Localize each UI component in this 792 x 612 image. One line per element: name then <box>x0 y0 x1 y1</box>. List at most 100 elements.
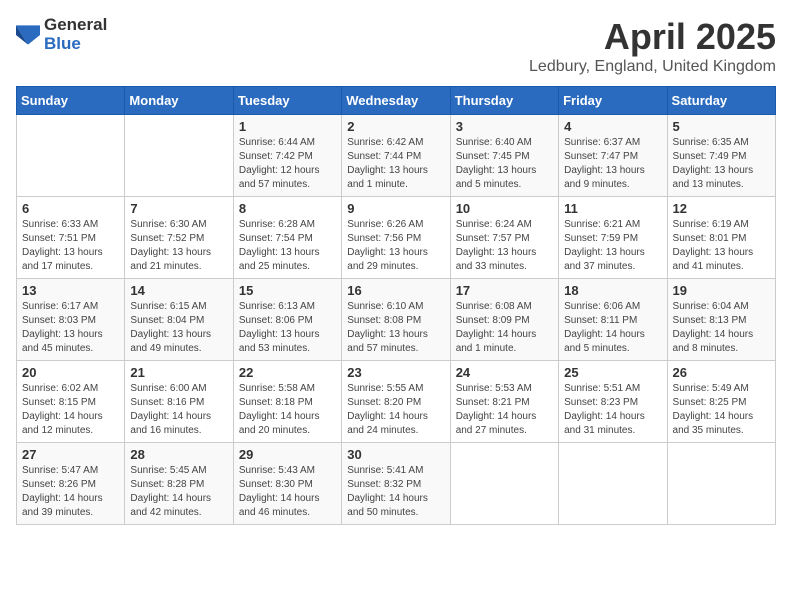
calendar-cell: 28 Sunrise: 5:45 AM Sunset: 8:28 PM Dayli… <box>125 443 233 525</box>
calendar-cell: 21 Sunrise: 6:00 AM Sunset: 8:16 PM Dayli… <box>125 361 233 443</box>
day-number: 30 <box>347 447 444 462</box>
calendar-cell: 16 Sunrise: 6:10 AM Sunset: 8:08 PM Dayli… <box>342 279 450 361</box>
day-number: 1 <box>239 119 336 134</box>
day-number: 22 <box>239 365 336 380</box>
day-number: 9 <box>347 201 444 216</box>
calendar-title: April 2025 <box>529 16 776 58</box>
day-number: 2 <box>347 119 444 134</box>
day-info: Sunrise: 6:40 AM Sunset: 7:45 PM Dayligh… <box>456 136 553 192</box>
calendar-cell: 4 Sunrise: 6:37 AM Sunset: 7:47 PM Daylig… <box>559 115 667 197</box>
day-number: 23 <box>347 365 444 380</box>
day-number: 13 <box>22 283 119 298</box>
calendar-cell: 8 Sunrise: 6:28 AM Sunset: 7:54 PM Daylig… <box>233 197 341 279</box>
logo-blue: Blue <box>44 35 107 54</box>
day-info: Sunrise: 5:43 AM Sunset: 8:30 PM Dayligh… <box>239 464 336 520</box>
day-number: 26 <box>673 365 770 380</box>
calendar-cell: 3 Sunrise: 6:40 AM Sunset: 7:45 PM Daylig… <box>450 115 558 197</box>
day-info: Sunrise: 6:26 AM Sunset: 7:56 PM Dayligh… <box>347 218 444 274</box>
day-number: 14 <box>130 283 227 298</box>
day-info: Sunrise: 6:21 AM Sunset: 7:59 PM Dayligh… <box>564 218 661 274</box>
calendar-cell <box>17 115 125 197</box>
day-info: Sunrise: 6:04 AM Sunset: 8:13 PM Dayligh… <box>673 300 770 356</box>
day-info: Sunrise: 5:49 AM Sunset: 8:25 PM Dayligh… <box>673 382 770 438</box>
header-monday: Monday <box>125 87 233 115</box>
calendar-cell: 24 Sunrise: 5:53 AM Sunset: 8:21 PM Dayli… <box>450 361 558 443</box>
calendar-cell: 12 Sunrise: 6:19 AM Sunset: 8:01 PM Dayli… <box>667 197 775 279</box>
day-number: 25 <box>564 365 661 380</box>
day-number: 6 <box>22 201 119 216</box>
calendar-cell: 1 Sunrise: 6:44 AM Sunset: 7:42 PM Daylig… <box>233 115 341 197</box>
day-info: Sunrise: 6:19 AM Sunset: 8:01 PM Dayligh… <box>673 218 770 274</box>
day-number: 11 <box>564 201 661 216</box>
day-info: Sunrise: 5:58 AM Sunset: 8:18 PM Dayligh… <box>239 382 336 438</box>
day-number: 20 <box>22 365 119 380</box>
day-number: 16 <box>347 283 444 298</box>
calendar-location: Ledbury, England, United Kingdom <box>529 58 776 76</box>
day-info: Sunrise: 6:17 AM Sunset: 8:03 PM Dayligh… <box>22 300 119 356</box>
day-number: 24 <box>456 365 553 380</box>
day-info: Sunrise: 6:28 AM Sunset: 7:54 PM Dayligh… <box>239 218 336 274</box>
calendar-cell: 23 Sunrise: 5:55 AM Sunset: 8:20 PM Dayli… <box>342 361 450 443</box>
header-saturday: Saturday <box>667 87 775 115</box>
day-info: Sunrise: 6:10 AM Sunset: 8:08 PM Dayligh… <box>347 300 444 356</box>
day-info: Sunrise: 6:00 AM Sunset: 8:16 PM Dayligh… <box>130 382 227 438</box>
day-info: Sunrise: 6:44 AM Sunset: 7:42 PM Dayligh… <box>239 136 336 192</box>
day-number: 19 <box>673 283 770 298</box>
calendar-cell: 27 Sunrise: 5:47 AM Sunset: 8:26 PM Dayli… <box>17 443 125 525</box>
day-number: 4 <box>564 119 661 134</box>
day-info: Sunrise: 6:35 AM Sunset: 7:49 PM Dayligh… <box>673 136 770 192</box>
day-number: 17 <box>456 283 553 298</box>
calendar-week-4: 20 Sunrise: 6:02 AM Sunset: 8:15 PM Dayli… <box>17 361 776 443</box>
calendar-table: Sunday Monday Tuesday Wednesday Thursday… <box>16 86 776 525</box>
header-tuesday: Tuesday <box>233 87 341 115</box>
day-number: 15 <box>239 283 336 298</box>
day-info: Sunrise: 6:37 AM Sunset: 7:47 PM Dayligh… <box>564 136 661 192</box>
logo-icon <box>16 25 40 45</box>
calendar-week-5: 27 Sunrise: 5:47 AM Sunset: 8:26 PM Dayli… <box>17 443 776 525</box>
day-number: 3 <box>456 119 553 134</box>
header: General Blue April 2025 Ledbury, England… <box>16 16 776 76</box>
day-info: Sunrise: 5:45 AM Sunset: 8:28 PM Dayligh… <box>130 464 227 520</box>
day-number: 8 <box>239 201 336 216</box>
calendar-cell: 29 Sunrise: 5:43 AM Sunset: 8:30 PM Dayli… <box>233 443 341 525</box>
header-friday: Friday <box>559 87 667 115</box>
day-info: Sunrise: 5:51 AM Sunset: 8:23 PM Dayligh… <box>564 382 661 438</box>
calendar-cell: 5 Sunrise: 6:35 AM Sunset: 7:49 PM Daylig… <box>667 115 775 197</box>
logo-general: General <box>44 16 107 35</box>
calendar-cell: 6 Sunrise: 6:33 AM Sunset: 7:51 PM Daylig… <box>17 197 125 279</box>
day-info: Sunrise: 6:30 AM Sunset: 7:52 PM Dayligh… <box>130 218 227 274</box>
day-info: Sunrise: 6:08 AM Sunset: 8:09 PM Dayligh… <box>456 300 553 356</box>
day-info: Sunrise: 6:15 AM Sunset: 8:04 PM Dayligh… <box>130 300 227 356</box>
calendar-cell <box>559 443 667 525</box>
day-number: 5 <box>673 119 770 134</box>
calendar-header-row: Sunday Monday Tuesday Wednesday Thursday… <box>17 87 776 115</box>
calendar-cell: 22 Sunrise: 5:58 AM Sunset: 8:18 PM Dayli… <box>233 361 341 443</box>
calendar-cell: 9 Sunrise: 6:26 AM Sunset: 7:56 PM Daylig… <box>342 197 450 279</box>
day-info: Sunrise: 6:02 AM Sunset: 8:15 PM Dayligh… <box>22 382 119 438</box>
calendar-cell: 15Sunrise: 6:13 AM Sunset: 8:06 PM Dayli… <box>233 279 341 361</box>
calendar-cell: 19 Sunrise: 6:04 AM Sunset: 8:13 PM Dayli… <box>667 279 775 361</box>
day-number: 29 <box>239 447 336 462</box>
day-info: Sunrise: 5:55 AM Sunset: 8:20 PM Dayligh… <box>347 382 444 438</box>
calendar-cell: 30Sunrise: 5:41 AM Sunset: 8:32 PM Dayli… <box>342 443 450 525</box>
day-number: 21 <box>130 365 227 380</box>
calendar-cell: 26 Sunrise: 5:49 AM Sunset: 8:25 PM Dayli… <box>667 361 775 443</box>
day-info: Sunrise: 6:24 AM Sunset: 7:57 PM Dayligh… <box>456 218 553 274</box>
calendar-cell <box>667 443 775 525</box>
calendar-week-1: 1 Sunrise: 6:44 AM Sunset: 7:42 PM Daylig… <box>17 115 776 197</box>
day-info: Sunrise: 6:33 AM Sunset: 7:51 PM Dayligh… <box>22 218 119 274</box>
calendar-cell: 10 Sunrise: 6:24 AM Sunset: 7:57 PM Dayli… <box>450 197 558 279</box>
header-wednesday: Wednesday <box>342 87 450 115</box>
header-sunday: Sunday <box>17 87 125 115</box>
day-number: 12 <box>673 201 770 216</box>
day-number: 27 <box>22 447 119 462</box>
day-info: Sunrise: 6:06 AM Sunset: 8:11 PM Dayligh… <box>564 300 661 356</box>
day-number: 10 <box>456 201 553 216</box>
day-info: Sunrise: 5:53 AM Sunset: 8:21 PM Dayligh… <box>456 382 553 438</box>
day-number: 28 <box>130 447 227 462</box>
calendar-cell: 18Sunrise: 6:06 AM Sunset: 8:11 PM Dayli… <box>559 279 667 361</box>
calendar-cell: 17 Sunrise: 6:08 AM Sunset: 8:09 PM Dayli… <box>450 279 558 361</box>
calendar-week-3: 13 Sunrise: 6:17 AM Sunset: 8:03 PM Dayli… <box>17 279 776 361</box>
day-number: 7 <box>130 201 227 216</box>
day-info: Sunrise: 5:47 AM Sunset: 8:26 PM Dayligh… <box>22 464 119 520</box>
